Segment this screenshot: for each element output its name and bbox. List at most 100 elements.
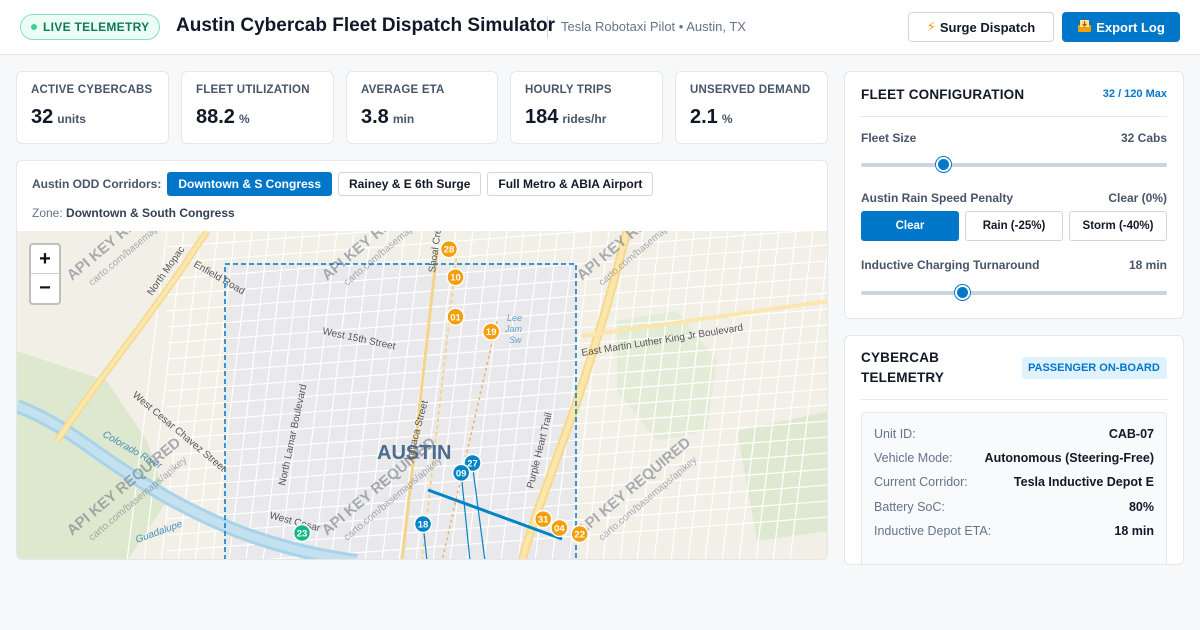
cab-marker-label: 04 [554, 524, 565, 535]
metric-label: AVERAGE ETA [361, 84, 445, 96]
metric-label: FLEET UTILIZATION [196, 84, 310, 96]
charging-turnaround-value: 18 min [1128, 258, 1167, 272]
panel-title: CYBERCAB TELEMETRY [861, 349, 945, 385]
metric-value: 184 [525, 106, 559, 128]
telemetry-value: Autonomous (Steering-Free) [984, 451, 1154, 465]
panel-title: FLEET CONFIGURATION [861, 86, 1025, 102]
zoom-control: + − [29, 243, 61, 305]
telemetry-value: Tesla Inductive Depot E [1013, 475, 1154, 489]
cybercab-telemetry-panel: CYBERCAB TELEMETRY PASSENGER ON-BOARD Un… [844, 335, 1184, 565]
cab-marker-31[interactable]: 31 [533, 509, 553, 529]
metric-value: 3.8 [361, 106, 389, 128]
live-badge-label: LIVE TELEMETRY [43, 20, 150, 34]
metric-unit: % [238, 112, 250, 126]
metric-average-eta: AVERAGE ETA 3.8 min [346, 71, 498, 144]
fleet-size-row: Fleet Size 32 Cabs [861, 131, 1167, 145]
lightning-icon: ⚡ [926, 19, 936, 34]
cab-marker-22[interactable]: 22 [570, 524, 589, 544]
corridor-downtown-button[interactable]: Downtown & S Congress [167, 172, 333, 196]
telemetry-row: Vehicle Mode: Autonomous (Steering-Free) [874, 451, 1154, 465]
cab-marker-19[interactable]: 19 [481, 322, 501, 341]
rain-penalty-value: Clear (0%) [1108, 191, 1167, 205]
cab-marker-label: 10 [450, 273, 461, 284]
telemetry-key: Vehicle Mode: [874, 451, 953, 465]
rain-option-rain[interactable]: Rain (-25%) [965, 211, 1063, 241]
metric-unit: % [721, 112, 733, 126]
cab-marker-23[interactable]: 23 [292, 523, 312, 543]
fleet-size-slider-handle[interactable] [935, 157, 951, 172]
corridor-metro-button[interactable]: Full Metro & ABIA Airport [487, 172, 654, 196]
cab-marker-label: 28 [444, 245, 455, 256]
export-log-button[interactable]: Export Log [1062, 12, 1180, 42]
charging-turnaround-row: Inductive Charging Turnaround 18 min [861, 258, 1167, 272]
metric-label: HOURLY TRIPS [525, 84, 612, 96]
cab-marker-04[interactable]: 04 [550, 518, 569, 538]
fleet-size-label: Fleet Size [861, 131, 917, 145]
cab-marker-09[interactable]: 09 [451, 463, 471, 483]
telemetry-value: 18 min [1114, 524, 1154, 538]
fleet-size-slider[interactable] [861, 157, 1167, 172]
metric-unit: min [392, 112, 415, 126]
surge-dispatch-button[interactable]: ⚡ Surge Dispatch [908, 12, 1054, 42]
metric-hourly-trips: HOURLY TRIPS 184 rides/hr [510, 71, 663, 144]
cab-marker-label: 23 [297, 528, 308, 539]
panel-header: CYBERCAB TELEMETRY PASSENGER ON-BOARD [861, 336, 1167, 400]
zone-value: Downtown & South Congress [66, 206, 235, 220]
telemetry-details: Unit ID: CAB-07 Vehicle Mode: Autonomous (… [861, 412, 1167, 564]
rain-penalty-selector: Clear Rain (-25%) Storm (-40%) [861, 211, 1167, 241]
status-badge: PASSENGER ON-BOARD [1022, 356, 1167, 379]
cab-marker-label: 09 [456, 468, 467, 479]
metric-label: UNSERVED DEMAND [690, 84, 811, 96]
fleet-map[interactable]: Lee Jam Sw North Mopac Enfield Road West… [17, 231, 828, 560]
corridor-rainey-button[interactable]: Rainey & E 6th Surge [338, 172, 482, 196]
metric-unserved-demand: UNSERVED DEMAND 2.1% [675, 71, 828, 144]
cab-marker-01[interactable]: 01 [446, 307, 465, 327]
export-log-label: Export Log [1096, 19, 1165, 35]
cab-marker-28[interactable]: 28 [439, 239, 459, 259]
fleet-size-value: 32 Cabs [1120, 131, 1167, 145]
telemetry-key: Battery SoC: [874, 500, 945, 514]
cab-marker-18[interactable]: 18 [413, 514, 433, 534]
top-bar: LIVE TELEMETRY Austin Cybercab Fleet Dis… [0, 0, 1200, 55]
telemetry-value: CAB-07 [1108, 427, 1154, 441]
telemetry-row: Battery SoC: 80% [874, 500, 1154, 514]
telemetry-row: Unit ID: CAB-07 [874, 427, 1154, 441]
cab-marker-label: 19 [486, 327, 497, 338]
map-label-swim: Sw [509, 335, 522, 345]
zoom-in-button[interactable]: + [31, 245, 59, 274]
fleet-capacity-badge: 32 / 120 Max [1102, 88, 1167, 100]
cab-marker-10[interactable]: 10 [446, 267, 465, 287]
cab-marker-label: 31 [538, 515, 549, 526]
metric-fleet-utilization: FLEET UTILIZATION 88.2% [181, 71, 334, 144]
telemetry-key: Inductive Depot ETA: [874, 524, 992, 538]
telemetry-key: Unit ID: [874, 427, 916, 441]
rain-penalty-row: Austin Rain Speed Penalty Clear (0%) [861, 191, 1167, 205]
charging-turnaround-slider-handle[interactable] [954, 285, 970, 300]
corridor-label: Austin ODD Corridors: [32, 177, 162, 191]
map-label-lee: Lee [507, 313, 522, 323]
cab-marker-label: 01 [450, 312, 461, 323]
corridor-selector: Austin ODD Corridors: Downtown & S Congr… [32, 172, 654, 196]
zoom-out-button[interactable]: − [31, 274, 59, 303]
telemetry-row: Current Corridor: Tesla Inductive Depot E [874, 475, 1154, 489]
metric-value: 2.1 [690, 106, 718, 128]
live-dot-icon [31, 24, 37, 30]
panel-header: FLEET CONFIGURATION 32 / 120 Max [861, 72, 1167, 117]
telemetry-value: 80% [1128, 500, 1154, 514]
map-canvas[interactable]: Lee Jam Sw North Mopac Enfield Road West… [17, 231, 828, 560]
cab-marker-label: 18 [418, 520, 429, 531]
zone-label: Zone: [32, 206, 63, 220]
fleet-configuration-panel: FLEET CONFIGURATION 32 / 120 Max Fleet S… [844, 71, 1184, 319]
cab-marker-label: 22 [574, 529, 585, 540]
title-divider [547, 16, 548, 38]
charging-turnaround-label: Inductive Charging Turnaround [861, 258, 1040, 272]
app-title: Austin Cybercab Fleet Dispatch Simulator [176, 15, 556, 36]
metric-value: 32 [31, 106, 54, 128]
metric-unit: rides/hr [562, 112, 607, 126]
rain-penalty-label: Austin Rain Speed Penalty [861, 191, 1014, 205]
rain-option-clear[interactable]: Clear [861, 211, 959, 241]
surge-dispatch-label: Surge Dispatch [939, 19, 1036, 35]
map-card: Austin ODD Corridors: Downtown & S Congr… [16, 160, 828, 560]
rain-option-storm[interactable]: Storm (-40%) [1069, 211, 1167, 241]
charging-turnaround-slider[interactable] [861, 285, 1167, 300]
